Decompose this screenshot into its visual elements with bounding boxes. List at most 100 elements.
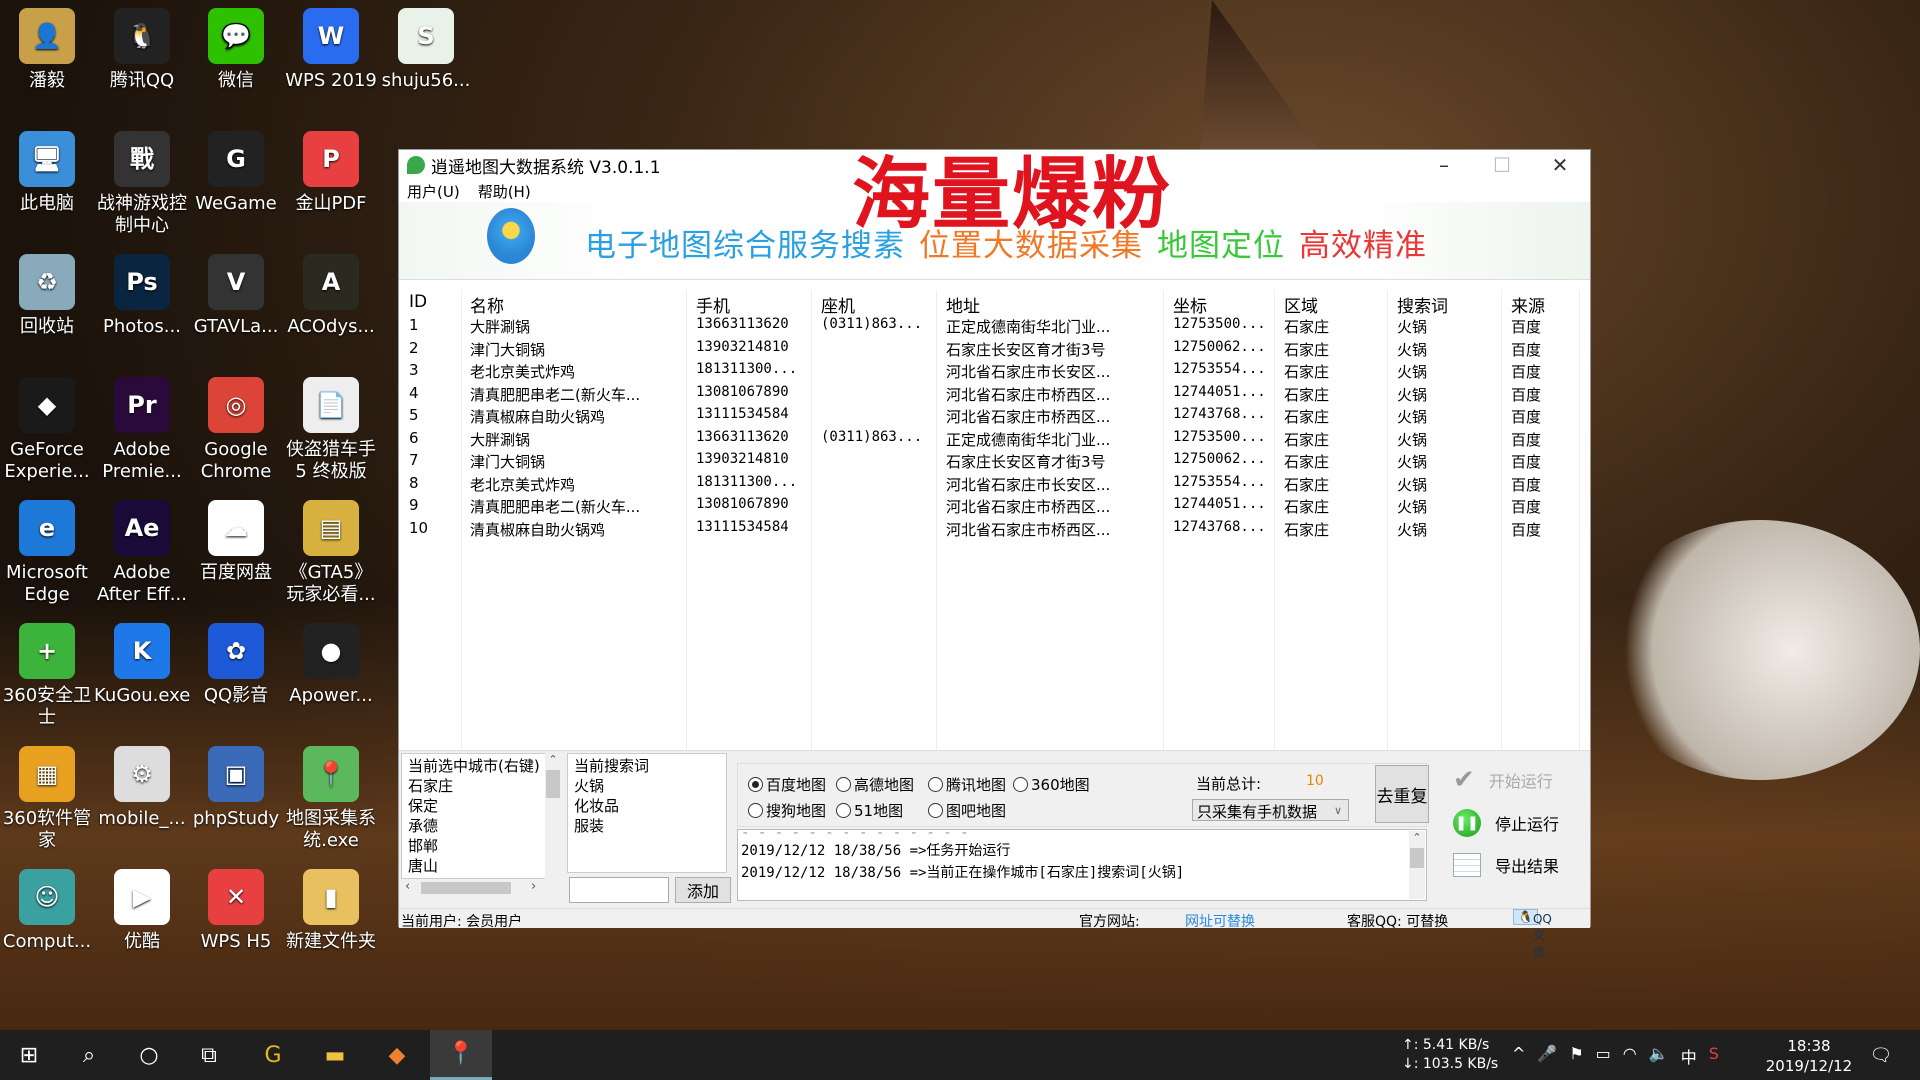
desktop-icon[interactable]: 📍 地图采集系统.exe xyxy=(283,746,379,852)
table-row[interactable]: 4 清真肥肥串老二(新火车... 13081067890 河北省石家庄市桥西区... 1… xyxy=(399,382,1590,405)
menu-help[interactable]: 帮助(H) xyxy=(478,181,531,202)
city-list-scrollbar[interactable]: ⌃ xyxy=(545,753,561,879)
desktop-icon[interactable]: ▦ 360软件管家 xyxy=(0,746,95,852)
start-button[interactable]: ✔ 开始运行 xyxy=(1453,765,1553,795)
desktop-icon[interactable]: 🐧 腾讯QQ xyxy=(94,8,190,92)
security-icon[interactable]: ⚑ xyxy=(1569,1044,1583,1068)
table-row[interactable]: 1 大胖涮锅 13663113620 (0311)863... 正定成德南街华北门业..… xyxy=(399,314,1590,337)
city-item[interactable]: 唐山 xyxy=(408,856,554,876)
desktop-icon[interactable]: ▤ 《GTA5》玩家必看... xyxy=(283,500,379,606)
table-row[interactable]: 6 大胖涮锅 13663113620 (0311)863... 正定成德南街华北门业..… xyxy=(399,427,1590,450)
map-app-taskbar-icon[interactable]: 📍 xyxy=(430,1030,492,1080)
task-view-icon[interactable]: ⧉ xyxy=(180,1030,238,1080)
desktop-icon[interactable]: ☁ 百度网盘 xyxy=(188,500,284,584)
wifi-icon[interactable]: ◠ xyxy=(1623,1044,1637,1068)
start-button-windows-icon[interactable]: ⊞ xyxy=(0,1030,58,1080)
export-button[interactable]: 导出结果 xyxy=(1453,853,1559,877)
desktop-icon[interactable]: Sshuju56... xyxy=(378,8,474,92)
desktop-icon[interactable]: 👤 潘毅 xyxy=(0,8,95,92)
log-scrollbar[interactable]: ⌃ xyxy=(1409,831,1425,899)
map-source-radio[interactable]: 百度地图 xyxy=(748,774,826,795)
desktop-icon[interactable]: A ACOdys... xyxy=(283,254,379,338)
minimize-button[interactable]: – xyxy=(1415,150,1473,180)
desktop-icon[interactable]: ✿ QQ影音 xyxy=(188,623,284,707)
desktop-icon[interactable]: ☺ Comput... xyxy=(0,869,95,953)
desktop-icon[interactable]: ◎ Google Chrome xyxy=(188,377,284,483)
radio-button[interactable] xyxy=(836,777,851,792)
desktop-icon[interactable]: 🖥 此电脑 xyxy=(0,131,95,215)
desktop-icon[interactable]: ◆ GeForce Experie... xyxy=(0,377,95,483)
filter-select[interactable]: 只采集有手机数据 ∨ xyxy=(1192,799,1349,821)
desktop-icon[interactable]: Ps Photos... xyxy=(94,254,190,338)
map-source-radio[interactable]: 图吧地图 xyxy=(928,800,1006,821)
keyword-item[interactable]: 服装 xyxy=(574,816,720,836)
keyword-item[interactable]: 化妆品 xyxy=(574,796,720,816)
desktop-icon[interactable]: P 金山PDF xyxy=(283,131,379,215)
radio-button[interactable] xyxy=(1013,777,1028,792)
desktop-icon[interactable]: ● Apower... xyxy=(283,623,379,707)
city-item[interactable]: 保定 xyxy=(408,796,554,816)
city-item[interactable]: 邯郸 xyxy=(408,836,554,856)
desktop-icon[interactable]: Ae Adobe After Eff... xyxy=(94,500,190,606)
table-row[interactable]: 5 清真椒麻自助火锅鸡 13111534584 河北省石家庄市桥西区... 127437… xyxy=(399,404,1590,427)
table-row[interactable]: 8 老北京美式炸鸡 181311300... 河北省石家庄市长安区... 1275355… xyxy=(399,472,1590,495)
city-list-hscrollbar[interactable]: ‹ › xyxy=(401,879,561,897)
desktop-icon[interactable]: 戰战神游戏控制中心 xyxy=(94,131,190,237)
clock[interactable]: 18:38 2019/12/12 xyxy=(1764,1036,1854,1076)
dedupe-button[interactable]: 去重复 xyxy=(1375,765,1429,823)
close-button[interactable]: ✕ xyxy=(1531,150,1589,180)
map-source-radio[interactable]: 高德地图 xyxy=(836,774,914,795)
desktop-icon[interactable]: 💬 微信 xyxy=(188,8,284,92)
map-source-radio[interactable]: 腾讯地图 xyxy=(928,774,1006,795)
map-source-radio[interactable]: 360地图 xyxy=(1013,774,1090,795)
desktop-icon[interactable]: ▮ 新建文件夹 xyxy=(283,869,379,953)
ime-indicator[interactable]: 中 xyxy=(1681,1044,1697,1068)
radio-button[interactable] xyxy=(836,803,851,818)
wegame-taskbar-icon[interactable]: G xyxy=(244,1030,302,1080)
microphone-icon[interactable]: 🎤 xyxy=(1537,1044,1557,1068)
qq-chat-button[interactable]: 🐧 QQ交谈 xyxy=(1513,909,1552,959)
table-row[interactable]: 7 津门大铜锅 13903214810 石家庄长安区育才街3号 12750062... 石… xyxy=(399,449,1590,472)
sogou-icon[interactable]: S xyxy=(1709,1044,1719,1068)
desktop-icon[interactable]: ♻ 回收站 xyxy=(0,254,95,338)
system-tray[interactable]: ^ 🎤 ⚑ ▭ ◠ 🔈 中 S xyxy=(1512,1044,1719,1068)
desktop-icon[interactable]: G WeGame xyxy=(188,131,284,215)
desktop-icon[interactable]: ▶ 优酷 xyxy=(94,869,190,953)
chevron-up-icon[interactable]: ^ xyxy=(1512,1044,1525,1068)
maximize-button[interactable]: ☐ xyxy=(1473,150,1531,180)
desktop-icon[interactable]: ▣ phpStudy xyxy=(188,746,284,830)
desktop-icon[interactable]: Pr Adobe Premie... xyxy=(94,377,190,483)
desktop-icon[interactable]: +360安全卫士 xyxy=(0,623,95,729)
city-item[interactable]: 石家庄 xyxy=(408,776,554,796)
site-link[interactable]: 网址可替换 xyxy=(1185,911,1255,931)
table-row[interactable]: 9 清真肥肥串老二(新火车... 13081067890 河北省石家庄市桥西区... 1… xyxy=(399,494,1590,517)
desktop-icon[interactable]: W WPS 2019 xyxy=(283,8,379,92)
keyword-list[interactable]: 当前搜索词 火锅 化妆品 服装 xyxy=(567,753,727,873)
stop-button[interactable]: ❚❚ 停止运行 xyxy=(1453,809,1559,837)
table-row[interactable]: 10 清真椒麻自助火锅鸡 13111534584 河北省石家庄市桥西区... 12743… xyxy=(399,517,1590,540)
radio-button[interactable] xyxy=(928,777,943,792)
keyword-item[interactable]: 火锅 xyxy=(574,776,720,796)
radio-button[interactable] xyxy=(748,803,763,818)
volume-icon[interactable]: 🔈 xyxy=(1649,1044,1669,1068)
battery-icon[interactable]: ▭ xyxy=(1596,1044,1611,1068)
keyword-input[interactable] xyxy=(569,877,669,903)
desktop-icon[interactable]: ✕ WPS H5 xyxy=(188,869,284,953)
app-taskbar-icon[interactable]: ◆ xyxy=(368,1030,426,1080)
desktop-icon[interactable]: K KuGou.exe xyxy=(94,623,190,707)
radio-button[interactable] xyxy=(748,777,763,792)
menu-user[interactable]: 用户(U) xyxy=(407,181,460,202)
search-icon[interactable]: ⌕ xyxy=(60,1030,118,1080)
table-row[interactable]: 2 津门大铜锅 13903214810 石家庄长安区育才街3号 12750062... 石… xyxy=(399,337,1590,360)
table-row[interactable]: 3 老北京美式炸鸡 181311300... 河北省石家庄市长安区... 1275355… xyxy=(399,359,1590,382)
city-item[interactable]: 承德 xyxy=(408,816,554,836)
city-list[interactable]: 当前选中城市(右键) 石家庄 保定 承德 邯郸 唐山 xyxy=(401,753,561,879)
file-explorer-icon[interactable]: ▬ xyxy=(306,1030,364,1080)
cortana-icon[interactable]: ○ xyxy=(120,1030,178,1080)
add-keyword-button[interactable]: 添加 xyxy=(675,877,731,903)
desktop-icon[interactable]: ⚙ mobile_... xyxy=(94,746,190,830)
map-source-radio[interactable]: 搜狗地图 xyxy=(748,800,826,821)
desktop-icon[interactable]: e Microsoft Edge xyxy=(0,500,95,606)
map-source-radio[interactable]: 51地图 xyxy=(836,800,903,821)
desktop-icon[interactable]: V GTAVLa... xyxy=(188,254,284,338)
